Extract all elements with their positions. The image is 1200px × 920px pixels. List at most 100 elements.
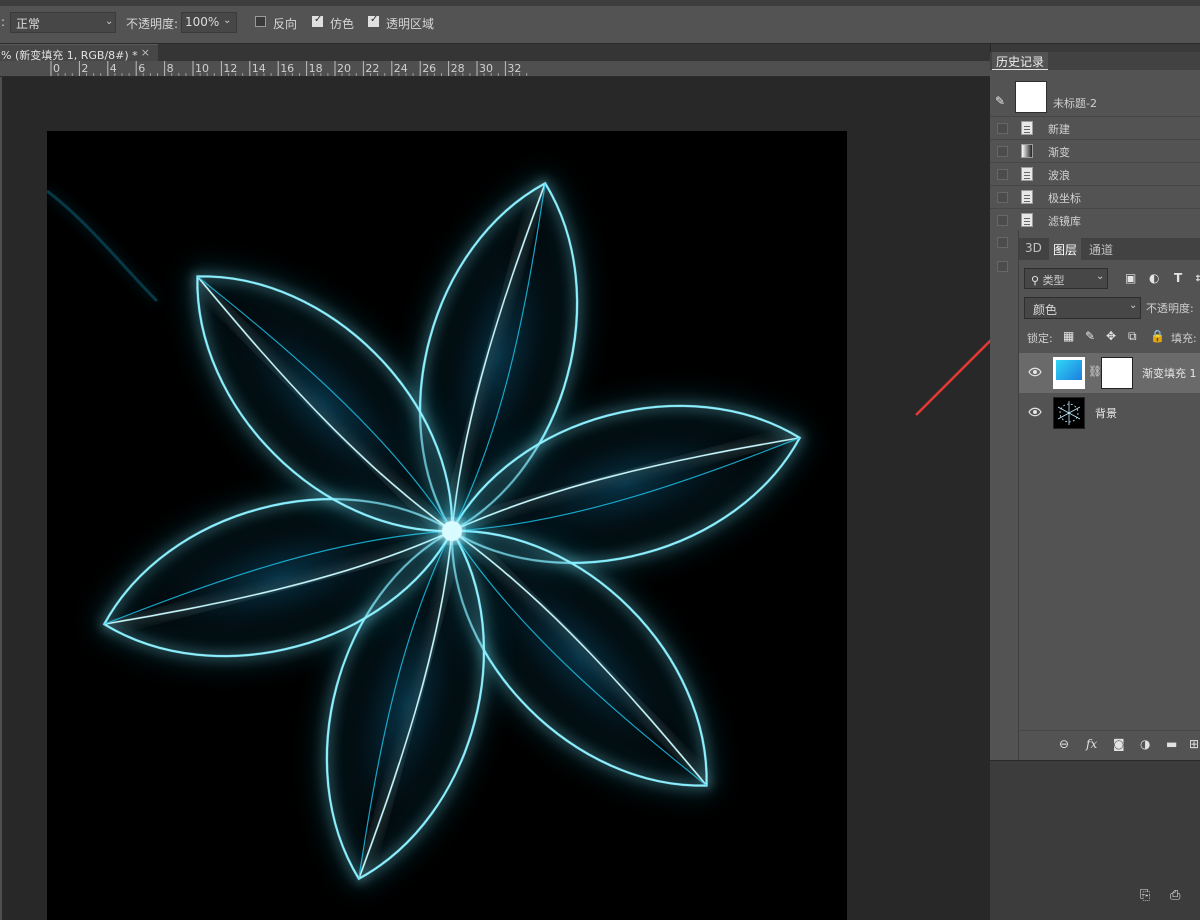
tab-history[interactable]: 历史记录 [992,52,1049,70]
layer-name: 背景 [1095,407,1117,420]
history-source-box[interactable] [997,215,1008,226]
camera-icon[interactable]: ⎙ [1170,888,1180,903]
dither-label: 仿色 [330,17,355,31]
background-thumbnail[interactable] [1053,397,1085,429]
document-tab[interactable]: % (新变填充 1, RGB/8#) * × [0,44,158,62]
blend-mode-value: 正常 [16,17,41,31]
history-source-box[interactable] [997,146,1008,157]
history-source-box[interactable] [997,169,1008,180]
blend-mode-value: 颜色 [1033,303,1058,317]
history-strip [990,230,1018,760]
tab-bar [158,44,990,61]
layers-panel: 3D 图层 通道 ⚲ 类型 ⌄ ▣ ◐ T ⌗ 颜色 ⌄ 不透明度: 锁定: ▦… [1018,230,1200,760]
document-icon [1021,121,1033,135]
lock-position-icon[interactable]: ✥ [1106,329,1116,343]
new-group-icon[interactable]: ▬ [1166,737,1177,751]
history-item[interactable]: 波浪 [990,162,1200,185]
type-filter-icon[interactable]: T [1174,271,1182,285]
layer-mask-thumbnail[interactable] [1101,357,1133,389]
tab-3d[interactable]: 3D [1025,241,1042,255]
layer-blend-mode-select[interactable]: 颜色 ⌄ [1024,297,1141,319]
ruler-label: 6 [138,62,145,75]
image-filter-icon[interactable]: ▣ [1125,271,1136,285]
lock-transparent-icon[interactable]: ▦ [1063,329,1074,343]
document-icon [1021,167,1033,181]
transparency-label: 透明区域 [386,17,435,31]
lock-label: 锁定: [1027,332,1053,345]
visibility-eye-icon[interactable] [1028,365,1042,379]
mode-prefix: : [1,15,6,29]
layer-filter-select[interactable]: ⚲ 类型 ⌄ [1024,268,1108,289]
tab-layers[interactable]: 图层 [1049,238,1082,260]
close-icon[interactable]: × [141,46,150,59]
filter-value: 类型 [1042,274,1065,287]
flower-center [442,521,462,541]
gradient-fill-thumbnail[interactable] [1053,357,1085,389]
ruler-label: 4 [110,62,117,75]
chevron-down-icon[interactable]: ⌄ [223,15,231,26]
layer-opacity-label: 不透明度: [1146,302,1194,315]
history-item[interactable]: 渐变 [990,139,1200,162]
visibility-eye-icon[interactable] [1028,405,1042,419]
history-item-label: 极坐标 [1048,192,1081,205]
gradient-swatch [1056,360,1082,381]
shape-filter-icon[interactable]: ⌗ [1196,271,1200,286]
ruler-label: 0 [53,62,60,75]
opacity-value: 100% [185,15,220,29]
snapshot-label: 未标题-2 [1053,97,1097,110]
reverse-label: 反向 [273,17,298,31]
document-canvas[interactable] [47,131,847,920]
gradient-icon [1021,144,1033,158]
new-snapshot-icon[interactable]: ⎘ [1140,888,1150,903]
history-source-box[interactable] [997,123,1008,134]
fx-icon[interactable]: fx [1086,737,1097,751]
layer-name: 渐变填充 1 [1142,367,1197,380]
document-icon [1021,213,1033,227]
history-source-box[interactable] [997,237,1008,248]
history-item[interactable]: 极坐标 [990,185,1200,208]
transparency-checkbox[interactable] [368,14,379,27]
document-icon [1021,190,1033,204]
adjustment-filter-icon[interactable]: ◐ [1149,271,1159,285]
history-source-box[interactable] [997,192,1008,203]
history-snapshot[interactable]: ✎ 未标题-2 [990,78,1200,118]
opacity-label: 不透明度: [126,17,179,31]
history-panel: ✎ 未标题-2 新建 渐变 波浪 极坐标 滤镜库 [990,70,1200,230]
history-item-label: 滤镜库 [1048,215,1081,228]
dither-checkbox[interactable] [312,14,323,27]
flower-thumbnail-icon [1057,401,1081,425]
layer-row-gradient-fill[interactable]: ⛓ 渐变填充 1 [1019,353,1200,393]
lock-all-icon[interactable]: 🔒 [1150,329,1165,343]
link-layers-icon[interactable]: ⊖ [1059,737,1069,751]
lock-pixels-icon[interactable]: ✎ [1085,329,1095,343]
bottom-dock: ⎘ ⎙ [990,760,1200,920]
history-item-label: 新建 [1048,123,1070,136]
add-mask-icon[interactable]: ◙ [1113,737,1125,751]
tab-channels[interactable]: 通道 [1089,241,1113,258]
blend-mode-select[interactable]: 正常 ⌄ [10,12,116,33]
horizontal-ruler: 0 2 4 6 8 10 12 14 16 18 20 22 24 26 28 30 32 [0,61,990,77]
lock-artboard-icon[interactable]: ⧉ [1128,329,1137,344]
new-layer-icon[interactable]: ⊞ [1189,737,1199,751]
history-item[interactable]: 新建 [990,116,1200,139]
ruler-label: 2 [81,62,88,75]
history-item[interactable]: 滤镜库 [990,208,1200,231]
fill-label: 填充: [1171,332,1197,345]
reverse-checkbox[interactable] [255,16,266,27]
ruler-label: 8 [167,62,174,75]
search-icon: ⚲ [1031,274,1040,287]
chevron-down-icon: ⌄ [1096,271,1105,282]
adjustment-layer-icon[interactable]: ◑ [1140,737,1150,751]
layer-row-background[interactable]: 背景 [1019,393,1200,433]
link-chain-icon[interactable]: ⛓ [1088,365,1102,378]
snapshot-thumbnail [1015,81,1047,113]
layers-footer: ⊖ fx ◙ ◑ ▬ ⊞ [1019,730,1200,758]
menu-strip [0,0,1200,6]
history-item-label: 渐变 [1048,146,1070,159]
history-item-label: 波浪 [1048,169,1070,182]
chevron-down-icon: ⌄ [105,16,114,27]
glowing-flower-image [47,176,807,886]
history-brush-icon[interactable]: ✎ [995,94,1005,108]
history-source-box[interactable] [997,261,1008,272]
ruler-ticks: 0 2 4 6 8 10 12 14 16 18 20 22 24 26 28 30 32 [50,61,528,76]
